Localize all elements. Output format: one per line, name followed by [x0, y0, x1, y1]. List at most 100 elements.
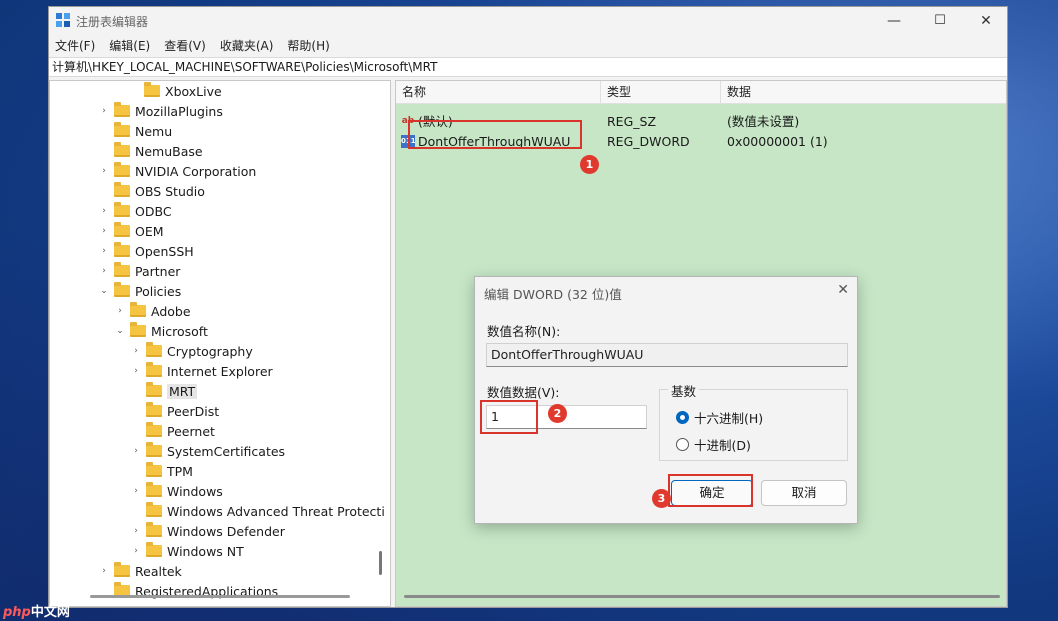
highlight-box-value [408, 120, 582, 149]
menu-edit[interactable]: 编辑(E) [109, 37, 150, 55]
tree-item-label: Windows Defender [167, 523, 285, 539]
tree-item-label: ODBC [135, 203, 172, 219]
tree-item-label: Microsoft [151, 323, 208, 339]
menu-help[interactable]: 帮助(H) [287, 37, 329, 55]
tree-item[interactable]: › SystemCertificates [130, 441, 285, 461]
tree-item[interactable]: › Cryptography [130, 341, 253, 361]
radio-dec-label: 十进制(D) [694, 438, 751, 453]
tree-chevron-icon[interactable]: ⌄ [114, 326, 126, 336]
column-header-data[interactable]: 数据 [721, 81, 1006, 104]
tree-item[interactable]: › OEM [98, 221, 164, 241]
folder-icon [114, 122, 130, 137]
menu-file[interactable]: 文件(F) [55, 37, 95, 55]
menu-favorites[interactable]: 收藏夹(A) [220, 37, 274, 55]
tree-chevron-icon[interactable]: › [130, 366, 142, 376]
tree-chevron-icon[interactable]: › [130, 346, 142, 356]
value-type: REG_SZ [607, 114, 657, 129]
address-bar[interactable]: 计算机\HKEY_LOCAL_MACHINE\SOFTWARE\Policies… [49, 57, 1007, 77]
folder-open-icon [146, 382, 162, 397]
folder-icon [146, 462, 162, 477]
menu-bar: 文件(F) 编辑(E) 查看(V) 收藏夹(A) 帮助(H) [49, 37, 338, 55]
highlight-box-data [480, 400, 538, 434]
radio-hex-label: 十六进制(H) [694, 411, 764, 426]
tree-chevron-icon[interactable]: › [130, 486, 142, 496]
tree-item[interactable]: › Windows NT [130, 541, 244, 561]
folder-icon [114, 262, 130, 277]
tree-chevron-icon[interactable]: › [130, 546, 142, 556]
tree-chevron-icon[interactable]: › [98, 166, 110, 176]
dialog-title: 编辑 DWORD (32 位)值 [484, 287, 622, 302]
tree-chevron-icon[interactable]: ⌄ [98, 286, 110, 296]
tree-item[interactable]: › MozillaPlugins [98, 101, 223, 121]
value-type: REG_DWORD [607, 134, 690, 149]
tree-item[interactable]: › NVIDIA Corporation [98, 161, 256, 181]
column-header-type[interactable]: 类型 [601, 81, 721, 104]
minimize-button[interactable]: — [871, 7, 917, 34]
tree-item-label: SystemCertificates [167, 443, 286, 459]
tree-vertical-scrollbar[interactable] [379, 551, 382, 575]
folder-icon [146, 342, 162, 357]
tree-item[interactable]: Nemu [98, 121, 172, 141]
folder-icon [146, 442, 162, 457]
tree-item[interactable]: Peernet [130, 421, 215, 441]
close-button[interactable]: ✕ [963, 7, 1009, 34]
tree-chevron-icon[interactable]: › [98, 206, 110, 216]
value-name-field[interactable]: DontOfferThroughWUAU [486, 343, 848, 367]
tree-item-selected[interactable]: MRT [130, 381, 198, 401]
tree-chevron-icon[interactable]: › [98, 226, 110, 236]
tree-item-label: Windows NT [167, 543, 244, 559]
folder-icon [146, 542, 162, 557]
tree-chevron-icon[interactable]: › [130, 446, 142, 456]
maximize-button[interactable]: ☐ [917, 7, 963, 34]
tree-item[interactable]: PeerDist [130, 401, 219, 421]
tree-item-label: OBS Studio [135, 183, 205, 199]
tree-item[interactable]: RegisteredApplications [98, 581, 278, 601]
folder-icon [130, 302, 146, 317]
tree-chevron-icon[interactable]: › [98, 106, 110, 116]
tree-item[interactable]: TPM [130, 461, 193, 481]
tree-chevron-icon[interactable]: › [98, 566, 110, 576]
tree-item[interactable]: › Realtek [98, 561, 182, 581]
folder-icon [146, 402, 162, 417]
folder-icon [146, 502, 162, 517]
tree-item[interactable]: NemuBase [98, 141, 203, 161]
registry-tree: XboxLive › MozillaPlugins Nemu NemuBase ›… [49, 80, 391, 607]
folder-icon [146, 362, 162, 377]
tree-horizontal-scrollbar[interactable] [90, 595, 350, 598]
tree-chevron-icon[interactable]: › [114, 306, 126, 316]
tree-chevron-icon[interactable]: › [98, 246, 110, 256]
tree-item-label: Adobe [151, 303, 191, 319]
column-header-name[interactable]: 名称 [396, 81, 601, 104]
tree-item[interactable]: › Windows [130, 481, 223, 501]
folder-icon [146, 522, 162, 537]
radio-hexadecimal[interactable]: 十六进制(H) [676, 408, 763, 427]
value-data-label: 数值数据(V): [487, 385, 560, 400]
title-bar: 注册表编辑器 — ☐ ✕ [49, 7, 1007, 34]
tree-item[interactable]: › Internet Explorer [130, 361, 273, 381]
tree-item[interactable]: › Partner [98, 261, 180, 281]
tree-item[interactable]: XboxLive [128, 81, 222, 101]
dialog-close-icon[interactable]: ✕ [837, 282, 849, 298]
folder-icon [114, 202, 130, 217]
tree-item[interactable]: › Adobe [114, 301, 191, 321]
highlight-box-ok [668, 474, 753, 507]
menu-view[interactable]: 查看(V) [164, 37, 206, 55]
tree-item[interactable]: › ODBC [98, 201, 172, 221]
folder-icon [114, 182, 130, 197]
tree-item[interactable]: ⌄ Microsoft [114, 321, 208, 341]
tree-item[interactable]: › Windows Defender [130, 521, 285, 541]
value-data: (数值未设置) [727, 114, 800, 129]
tree-item-label: Windows Advanced Threat Protecti [167, 503, 385, 519]
tree-item[interactable]: Windows Advanced Threat Protecti [130, 501, 385, 521]
tree-item[interactable]: › OpenSSH [98, 241, 194, 261]
tree-chevron-icon[interactable]: › [98, 266, 110, 276]
tree-item-label: MRT [167, 383, 198, 399]
tree-item[interactable]: OBS Studio [98, 181, 205, 201]
values-horizontal-scrollbar[interactable] [404, 595, 1000, 598]
cancel-button[interactable]: 取消 [761, 480, 847, 506]
tree-item[interactable]: ⌄ Policies [98, 281, 181, 301]
tree-chevron-icon[interactable]: › [130, 526, 142, 536]
tree-item-label: OEM [135, 223, 164, 239]
value-data: 0x00000001 (1) [727, 134, 828, 149]
radio-decimal[interactable]: 十进制(D) [676, 435, 751, 454]
